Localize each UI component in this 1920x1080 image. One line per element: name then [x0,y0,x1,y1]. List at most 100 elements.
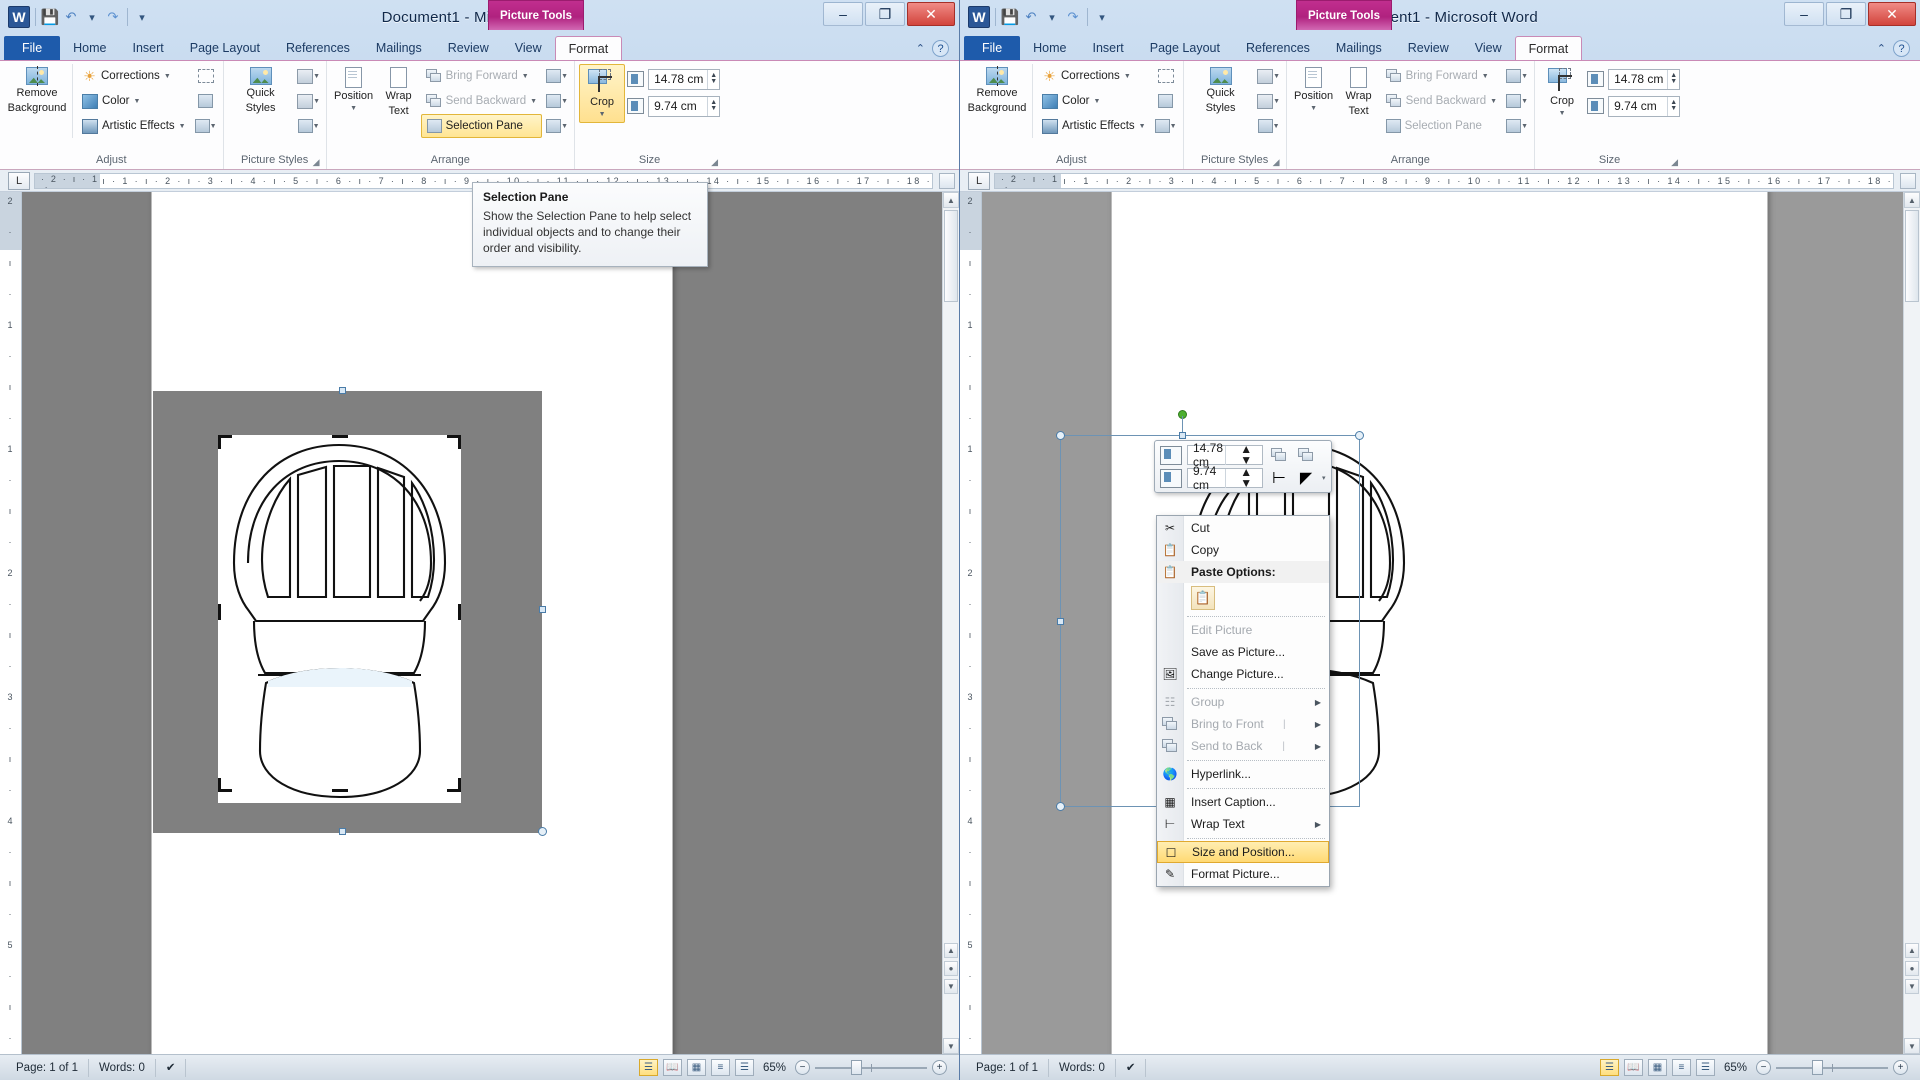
reset-picture-icon[interactable]: ▼ [193,114,219,138]
picture-layout-icon[interactable]: ▼ [296,114,322,138]
picture-context-menu[interactable]: ✂ Cut 📋 Copy 📋 Paste Options: 📋 Edit Pic… [1156,515,1330,887]
picture-effects-icon[interactable]: ▼ [296,89,322,113]
crop-handle-bottom-right-v[interactable] [458,778,461,792]
print-layout-icon[interactable]: ☰ [638,1059,658,1076]
position-button[interactable]: Position ▼ [1291,64,1337,116]
zoom-in-button[interactable]: + [932,1060,947,1075]
zoom-out-button[interactable]: − [795,1060,810,1075]
vertical-scrollbar-right[interactable]: ▲ ▲ ● ▼ ▼ [1903,192,1920,1054]
document-canvas[interactable] [22,192,942,1054]
keep-source-formatting-icon[interactable]: 📋 [1191,586,1215,610]
shape-width-input[interactable] [1609,99,1668,113]
context-menu-item-copy[interactable]: 📋 Copy [1157,539,1329,561]
undo-dropdown-icon[interactable]: ▾ [1043,8,1061,26]
selection-handle-top-left[interactable] [1056,431,1065,440]
scroll-up-button[interactable]: ▲ [1904,192,1920,208]
quick-access-toolbar[interactable]: W 💾 ↶ ▾ ↷ ▾ [0,6,151,28]
zoom-slider[interactable] [1776,1060,1888,1076]
previous-page-icon[interactable]: ▲ [944,943,958,958]
select-browse-object-icon[interactable]: ● [944,961,958,976]
picture-visible-area[interactable] [218,435,461,803]
restore-button[interactable]: ❐ [865,2,905,26]
ruler-toggle-icon[interactable] [939,173,955,189]
restore-button[interactable]: ❐ [1826,2,1866,26]
scroll-down-button[interactable]: ▼ [1904,1038,1920,1054]
wrap-text-button[interactable]: Wrap Text [379,64,419,120]
color-button[interactable]: Color ▼ [1037,89,1151,113]
picture-border-icon[interactable]: ▼ [1256,64,1282,88]
draft-icon[interactable]: ☰ [1695,1059,1715,1076]
rotate-icon[interactable]: ◤ [1295,469,1317,488]
remove-background-button[interactable]: Remove Background [964,64,1030,117]
shape-height-field[interactable]: ▲▼ [648,68,721,90]
selection-handle-bottom[interactable] [339,828,346,835]
word-logo-icon[interactable]: W [8,6,30,28]
close-button[interactable]: ✕ [907,2,955,26]
crop-handle-top[interactable] [332,435,348,438]
minimize-button[interactable]: – [823,2,863,26]
tab-home[interactable]: Home [1020,36,1079,60]
picture-border-icon[interactable]: ▼ [296,64,322,88]
zoom-level[interactable]: 65% [759,1062,790,1074]
bring-forward-icon[interactable] [1268,446,1290,465]
close-button[interactable]: ✕ [1868,2,1916,26]
tab-page-layout[interactable]: Page Layout [1137,36,1233,60]
compress-pictures-icon[interactable] [193,64,219,88]
selection-handle-top[interactable] [339,387,346,394]
mini-width-field[interactable]: 9.74 cm ▲ ▼ [1187,464,1263,492]
shape-height-input[interactable] [1609,72,1668,86]
align-icon[interactable]: ▼ [544,64,570,88]
shape-height-stepper[interactable]: ▲ ▼ [1667,69,1679,89]
shape-width-stepper[interactable]: ▲ ▼ [1667,96,1679,116]
minimize-ribbon-icon[interactable]: ⌃ [1877,42,1886,55]
redo-icon[interactable]: ↷ [1064,8,1082,26]
chevron-down-icon[interactable]: ▼ [133,98,140,105]
document-canvas-right[interactable] [982,192,1903,1054]
status-words[interactable]: Words: 0 [1049,1058,1116,1077]
shape-height-input[interactable] [649,72,708,86]
horizontal-ruler[interactable]: · 2 · ı · 1 · ı · ı · 1 · ı · 2 · ı · 3 … [994,172,1894,189]
context-menu-item-wrap-text[interactable]: ⊢ Wrap Text ▶ [1157,813,1329,835]
group-icon[interactable]: ▼ [1504,89,1530,113]
size-dialog-launcher[interactable]: ◢ [1671,157,1682,168]
tab-review[interactable]: Review [435,36,502,60]
zoom-slider[interactable] [815,1060,927,1076]
browse-object-buttons[interactable]: ▲ ● ▼ [1905,943,1919,994]
customize-qat-icon[interactable]: ▾ [133,8,151,26]
tab-mailings[interactable]: Mailings [363,36,435,60]
tab-insert[interactable]: Insert [120,36,177,60]
window-buttons[interactable]: – ❐ ✕ [821,2,955,26]
rotate-icon[interactable]: ▼ [544,114,570,138]
draft-icon[interactable]: ☰ [734,1059,754,1076]
align-icon[interactable]: ▼ [1504,64,1530,88]
chevron-down-icon[interactable]: ▼ [164,73,171,80]
shape-width-field[interactable]: ▲▼ [648,95,721,117]
shape-height-stepper[interactable]: ▲ ▼ [707,69,719,89]
tab-mailings[interactable]: Mailings [1323,36,1395,60]
crop-handle-bottom[interactable] [332,789,348,792]
help-icon[interactable]: ? [1893,40,1910,57]
selection-handle-bottom-right[interactable] [538,827,547,836]
quick-styles-button[interactable]: Quick Styles [228,64,294,117]
tab-view[interactable]: View [502,36,555,60]
quick-styles-button[interactable]: Quick Styles [1188,64,1254,117]
selection-handle-bottom-left[interactable] [1056,802,1065,811]
context-menu-paste-gallery[interactable]: 📋 [1157,583,1329,613]
outline-icon[interactable]: ≡ [1671,1059,1691,1076]
compress-pictures-icon[interactable] [1153,64,1179,88]
redo-icon[interactable]: ↷ [104,8,122,26]
undo-icon[interactable]: ↶ [1022,8,1040,26]
rotate-icon[interactable]: ▼ [1504,114,1530,138]
zoom-in-button[interactable]: + [1893,1060,1908,1075]
color-button[interactable]: Color ▼ [77,89,191,113]
tab-stop-selector[interactable]: L [8,171,30,190]
position-button[interactable]: Position ▼ [331,64,377,116]
web-layout-icon[interactable]: ▦ [686,1059,706,1076]
status-page[interactable]: Page: 1 of 1 [6,1058,90,1077]
context-menu-item-cut[interactable]: ✂ Cut [1157,517,1329,539]
mini-height-stepper[interactable]: ▲ ▼ [1224,443,1263,466]
shape-width-input[interactable] [649,99,708,113]
crop-button[interactable]: Crop ▼ [1539,64,1585,121]
tab-references[interactable]: References [1233,36,1323,60]
scroll-thumb[interactable] [944,210,958,302]
